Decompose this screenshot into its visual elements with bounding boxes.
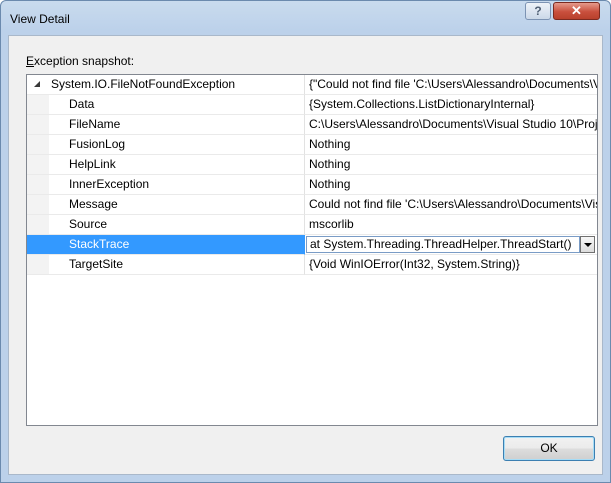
property-row-helplink[interactable]: HelpLink Nothing xyxy=(27,155,597,175)
property-value: {Void WinIOError(Int32, System.String)} xyxy=(305,255,597,275)
title-bar[interactable]: View Detail ? ✕ xyxy=(1,1,610,35)
ok-button[interactable]: OK xyxy=(503,436,595,461)
stacktrace-value-field[interactable]: at System.Threading.ThreadHelper.ThreadS… xyxy=(306,236,580,253)
property-value: {System.Collections.ListDictionaryIntern… xyxy=(305,95,597,115)
exception-type-name: System.IO.FileNotFoundException xyxy=(51,77,236,91)
close-button[interactable]: ✕ xyxy=(553,2,600,20)
property-value: Nothing xyxy=(305,155,597,175)
property-value-editor-cell: at System.Threading.ThreadHelper.ThreadS… xyxy=(305,235,597,255)
property-name: FileName xyxy=(69,117,121,131)
exception-snapshot-label: Exception snapshot: xyxy=(26,54,135,68)
property-row-data[interactable]: Data {System.Collections.ListDictionaryI… xyxy=(27,95,597,115)
property-value: Nothing xyxy=(305,175,597,195)
property-name: HelpLink xyxy=(69,157,116,171)
help-button[interactable]: ? xyxy=(525,2,551,20)
property-row-stacktrace[interactable]: StackTrace at System.Threading.ThreadHel… xyxy=(27,235,597,255)
stacktrace-dropdown-button[interactable] xyxy=(580,236,595,253)
property-value: C:\Users\Alessandro\Documents\Visual Stu… xyxy=(305,115,597,135)
property-name: Data xyxy=(69,97,95,111)
exception-value: {"Could not find file 'C:\Users\Alessand… xyxy=(305,75,597,95)
property-value: mscorlib xyxy=(305,215,597,235)
property-name: InnerException xyxy=(69,177,150,191)
property-row-filename[interactable]: FileName C:\Users\Alessandro\Documents\V… xyxy=(27,115,597,135)
property-name: Source xyxy=(69,217,108,231)
window-title: View Detail xyxy=(10,12,70,26)
property-row-fusionlog[interactable]: FusionLog Nothing xyxy=(27,135,597,155)
close-icon: ✕ xyxy=(571,3,582,18)
collapse-triangle-icon[interactable] xyxy=(34,81,40,87)
exception-property-grid[interactable]: System.IO.FileNotFoundException {"Could … xyxy=(26,74,598,426)
exception-root-row[interactable]: System.IO.FileNotFoundException {"Could … xyxy=(27,75,597,95)
property-row-source[interactable]: Source mscorlib xyxy=(27,215,597,235)
property-value: Nothing xyxy=(305,135,597,155)
property-row-targetsite[interactable]: TargetSite {Void WinIOError(Int32, Syste… xyxy=(27,255,597,275)
chevron-down-icon xyxy=(584,243,592,247)
property-name: Message xyxy=(69,197,118,211)
property-value: Could not find file 'C:\Users\Alessandro… xyxy=(305,195,597,215)
property-name: FusionLog xyxy=(69,137,126,151)
property-name: StackTrace xyxy=(69,237,130,251)
property-row-message[interactable]: Message Could not find file 'C:\Users\Al… xyxy=(27,195,597,215)
property-row-innerexception[interactable]: InnerException Nothing xyxy=(27,175,597,195)
property-name: TargetSite xyxy=(69,257,124,271)
